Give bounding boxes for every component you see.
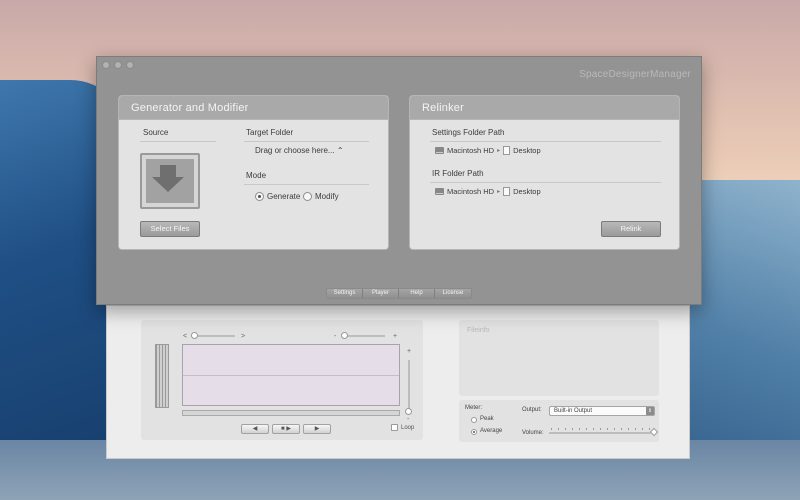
relinker-panel: Relinker Settings Folder Path Macintosh … <box>409 95 680 250</box>
drop-zone-well <box>146 159 194 203</box>
volume-slider-knob[interactable] <box>649 427 659 437</box>
relink-button[interactable]: Relink <box>601 221 661 237</box>
scroll-left-arrow[interactable]: < <box>183 333 187 340</box>
volume-minus: - <box>407 416 410 423</box>
player-window: < > - + + - ◀ ■ ▶ ▶ Loop Fileinfo Meter:… <box>106 305 690 459</box>
ir-path-control[interactable]: Macintosh HD ▸ Desktop <box>435 187 541 196</box>
meter-average-radio[interactable] <box>471 429 477 435</box>
rewind-button[interactable]: ◀ <box>241 424 269 434</box>
forward-button[interactable]: ▶ <box>303 424 331 434</box>
settings-path-control[interactable]: Macintosh HD ▸ Desktop <box>435 146 541 155</box>
ir-path-divider <box>430 182 661 183</box>
output-label: Output: <box>522 407 542 413</box>
settings-path-folder: Desktop <box>513 146 541 155</box>
ir-path-label: IR Folder Path <box>432 169 484 178</box>
vertical-volume-slider[interactable] <box>405 360 412 415</box>
hard-drive-icon <box>435 188 444 195</box>
select-files-button[interactable]: Select Files <box>140 221 200 237</box>
meter-label: Meter: <box>465 405 483 411</box>
meter-peak-radio[interactable] <box>471 417 477 423</box>
play-stop-button[interactable]: ■ ▶ <box>272 424 300 434</box>
output-panel: Meter: Peak Average Output: Built-in Out… <box>459 400 659 442</box>
window-title: SpaceDesignerManager <box>579 69 691 80</box>
waveform-midline <box>183 375 399 376</box>
settings-path-divider <box>430 141 661 142</box>
mode-label: Mode <box>246 171 267 180</box>
chevron-updown-icon: ⇕ <box>646 407 654 415</box>
scroll-right-arrow[interactable]: > <box>241 333 245 340</box>
generator-panel: Generator and Modifier Source Select Fil… <box>118 95 389 250</box>
output-select-value: Built-in Output <box>554 408 593 414</box>
volume-slider[interactable] <box>549 427 659 437</box>
ir-path-folder: Desktop <box>513 187 541 196</box>
hard-drive-icon <box>435 147 444 154</box>
mode-modify-label: Modify <box>315 192 339 201</box>
target-folder-popup[interactable]: Drag or choose here... ⌃ <box>255 146 344 155</box>
source-drop-zone[interactable] <box>140 153 200 209</box>
vertical-volume-knob[interactable] <box>405 408 412 415</box>
generator-panel-title: Generator and Modifier <box>119 96 388 120</box>
source-divider <box>140 141 216 142</box>
path-separator-icon: ▸ <box>497 148 501 154</box>
loop-label: Loop <box>401 424 415 431</box>
tab-player[interactable]: Player <box>363 289 399 298</box>
waveform-display[interactable] <box>182 344 400 406</box>
minimize-button[interactable] <box>114 61 122 69</box>
zoom-minus[interactable]: - <box>334 333 336 340</box>
folder-icon <box>503 146 511 155</box>
fileinfo-label: Fileinfo <box>467 327 490 334</box>
path-separator-icon: ▸ <box>497 189 501 195</box>
source-label: Source <box>143 128 169 137</box>
zoom-slider-knob[interactable] <box>341 332 348 339</box>
volume-label: Volume: <box>522 430 544 436</box>
main-window: SpaceDesignerManager Generator and Modif… <box>96 56 702 305</box>
bottom-tab-bar: Settings Player Help License <box>326 288 472 299</box>
loop-checkbox[interactable] <box>391 424 398 431</box>
waveform-scrollbar[interactable] <box>182 410 400 416</box>
tab-settings[interactable]: Settings <box>327 289 363 298</box>
folder-icon <box>503 187 511 196</box>
relinker-panel-title: Relinker <box>410 96 679 120</box>
mode-generate-radio[interactable] <box>255 192 264 201</box>
output-select[interactable]: Built-in Output ⇕ <box>549 406 655 416</box>
settings-path-volume: Macintosh HD <box>447 146 495 155</box>
title-bar[interactable]: SpaceDesignerManager <box>97 57 701 80</box>
volume-plus: + <box>407 348 412 355</box>
meter-average-label: Average <box>480 428 503 434</box>
target-folder-divider <box>244 141 369 142</box>
close-button[interactable] <box>102 61 110 69</box>
loop-toggle[interactable]: Loop <box>391 424 414 431</box>
volume-ticks <box>551 428 653 430</box>
scroll-slider[interactable] <box>191 332 235 339</box>
zoom-button[interactable] <box>126 61 134 69</box>
mode-modify-radio[interactable] <box>303 192 312 201</box>
relinker-panel-body: Settings Folder Path Macintosh HD ▸ Desk… <box>410 120 679 249</box>
scroll-slider-knob[interactable] <box>191 332 198 339</box>
zoom-plus[interactable]: + <box>393 333 397 340</box>
player-panel: < > - + + - ◀ ■ ▶ ▶ Loop <box>141 320 423 440</box>
settings-path-label: Settings Folder Path <box>432 128 505 137</box>
transport-controls: ◀ ■ ▶ ▶ <box>241 424 331 434</box>
tab-help[interactable]: Help <box>399 289 435 298</box>
generator-panel-body: Source Select Files Target Folder Drag o… <box>119 120 388 249</box>
mode-generate-label: Generate <box>267 192 301 201</box>
level-meter <box>155 344 169 408</box>
fileinfo-panel: Fileinfo <box>459 320 659 396</box>
zoom-slider[interactable] <box>341 332 385 339</box>
mode-divider <box>244 184 369 185</box>
tab-license[interactable]: License <box>435 289 471 298</box>
meter-peak-label: Peak <box>480 416 494 422</box>
download-arrow-icon <box>152 165 184 192</box>
ir-path-volume: Macintosh HD <box>447 187 495 196</box>
target-folder-label: Target Folder <box>246 128 294 137</box>
